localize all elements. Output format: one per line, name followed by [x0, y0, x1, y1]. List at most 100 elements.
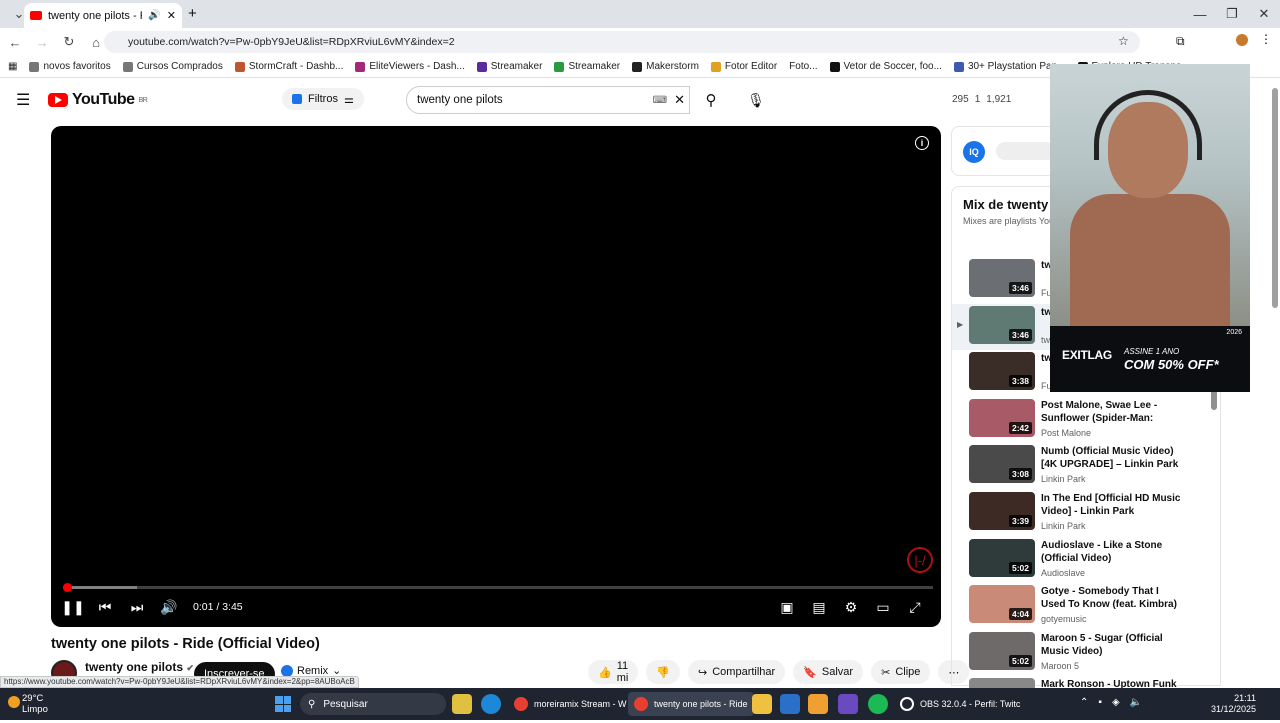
playlist-item[interactable]: 5:02 Audioslave - Like a Stone (Official … — [952, 537, 1222, 584]
scrubber-handle[interactable] — [63, 583, 73, 592]
mail-icon[interactable] — [780, 694, 800, 714]
url-field[interactable]: youtube.com/watch?v=Pw-0pbY9JeU&list=RDp… — [104, 31, 1140, 53]
iq-player-icon[interactable]: ▣ — [771, 595, 803, 619]
weather-widget[interactable]: 29°C Limpo — [22, 693, 48, 715]
playlist-item-channel: Linkin Park — [1041, 520, 1086, 531]
close-tab-icon[interactable]: ✕ — [167, 9, 176, 22]
video-thumbnail[interactable]: 3:46 — [969, 259, 1035, 297]
bookmark-item[interactable]: Vetor de Soccer, foo... — [829, 61, 942, 72]
fullscreen-icon[interactable]: ⤢ — [899, 595, 931, 619]
playlist-item[interactable]: 2:42 Post Malone, Swae Lee - Sunflower (S… — [952, 397, 1222, 444]
clock[interactable]: 21:11 31/12/2025 — [1211, 693, 1256, 715]
sliders-icon: ⚌ — [343, 93, 354, 106]
info-icon[interactable]: i — [915, 136, 929, 150]
volume-icon[interactable]: 🔊 — [153, 595, 185, 619]
video-thumbnail[interactable]: 4:04 — [969, 585, 1035, 624]
volume-tray-icon[interactable]: 🔈 — [1130, 697, 1142, 708]
chevron-up-icon[interactable]: ⌃ — [1080, 697, 1088, 708]
taskbar-search[interactable]: ⚲ Pesquisar — [300, 693, 446, 715]
playlist-scrollbar[interactable] — [1211, 390, 1217, 410]
playlist-item[interactable]: 5:02 Maroon 5 - Sugar (Official Music Vid… — [952, 630, 1222, 677]
windows-start-icon[interactable] — [275, 696, 291, 712]
video-thumbnail[interactable]: 5:02 — [969, 538, 1035, 577]
playlist-item[interactable]: 3:08 Numb (Official Music Video) [4K UPGR… — [952, 443, 1222, 490]
like-button[interactable]: 👍 11 mi — [588, 660, 639, 684]
maximize-button[interactable]: ❐ — [1216, 0, 1248, 28]
bookmark-item[interactable]: StormCraft - Dashb... — [234, 61, 343, 72]
file-explorer-icon[interactable] — [752, 694, 772, 714]
extensions-icon[interactable]: ⧉ — [1176, 34, 1185, 49]
video-thumbnail[interactable]: 5:02 — [969, 631, 1035, 670]
profile-avatar[interactable] — [1236, 34, 1248, 46]
tray-app-icon[interactable]: ▪ — [1098, 697, 1102, 708]
bookmark-item[interactable]: novos favoritos — [29, 61, 111, 72]
close-window-button[interactable]: ✕ — [1248, 0, 1280, 28]
bookmark-item[interactable]: Streamaker — [476, 61, 542, 72]
youtube-header: ☰ YouTube BR Filtros ⚌ twenty one pilots… — [0, 80, 1050, 120]
edge-icon[interactable] — [481, 694, 501, 714]
reload-button[interactable]: ↻ — [57, 30, 81, 54]
menu-icon[interactable]: ⋮ — [1260, 32, 1272, 46]
youtube-logo[interactable]: YouTube BR — [48, 91, 148, 109]
captions-icon[interactable]: ▤ — [803, 595, 835, 619]
channel-name[interactable]: twenty one pilots ✔ — [85, 660, 194, 674]
video-thumbnail[interactable]: 2:42 — [969, 398, 1035, 437]
window-controls: — ❐ ✕ — [1184, 0, 1280, 28]
bookmark-item[interactable]: Makerstorm — [632, 61, 699, 72]
pause-icon[interactable]: ❚❚ — [57, 595, 89, 619]
search-button[interactable]: ⚲ — [690, 86, 732, 114]
video-thumbnail[interactable]: 3:46 — [969, 305, 1035, 344]
bookmark-item[interactable]: EliteViewers - Dash... — [355, 61, 465, 72]
clear-search-icon[interactable]: ✕ — [674, 92, 685, 108]
task-chrome-youtube[interactable]: twenty one pilots - Ride — [628, 692, 754, 716]
forward-button[interactable]: → — [30, 30, 54, 54]
minimize-button[interactable]: — — [1184, 0, 1216, 28]
filters-button[interactable]: Filtros ⚌ — [282, 88, 364, 110]
dislike-button[interactable]: 👎 — [646, 660, 681, 684]
teams-icon[interactable] — [838, 694, 858, 714]
task-obs[interactable]: OBS 32.0.4 - Perfil: Twitc — [894, 692, 1026, 716]
store-icon[interactable] — [808, 694, 828, 714]
bookmark-star-icon[interactable]: ☆ — [1118, 34, 1129, 48]
bookmark-item[interactable]: Fotor Editor — [710, 61, 777, 72]
back-button[interactable]: ← — [3, 30, 27, 54]
clip-button[interactable]: ✂ Clipe — [871, 660, 931, 684]
now-playing-icon: ▶ — [957, 319, 964, 329]
spotify-icon[interactable] — [868, 694, 888, 714]
share-button[interactable]: ↪ Compartilhar — [688, 660, 786, 684]
video-player[interactable]: i |-/ ❚❚ ⏮ ⏭ 🔊 0:01 / 3:45 ▣ ▤ ⚙ ▭ ⤢ — [51, 126, 941, 627]
tab-youtube[interactable]: twenty one pilots - Ride (O 🔊 ✕ — [24, 3, 182, 28]
bookmark-item[interactable]: Streamaker — [554, 61, 620, 72]
bookmark-item[interactable]: 30+ Playstation Pap... — [953, 61, 1066, 72]
status-url-tooltip: https://www.youtube.com/watch?v=Pw-0pbY9… — [0, 676, 359, 688]
page-scrollbar[interactable] — [1272, 88, 1278, 308]
apps-icon[interactable]: ▦ — [8, 61, 17, 72]
windows-taskbar: 29°C Limpo ⚲ Pesquisar moreiramix Stream… — [0, 688, 1280, 720]
save-button[interactable]: 🔖 Salvar — [793, 660, 864, 684]
network-icon[interactable]: ◈ — [1112, 697, 1120, 708]
app-icon[interactable] — [452, 694, 472, 714]
bookmark-item[interactable]: Cursos Comprados — [122, 61, 223, 72]
hamburger-menu-icon[interactable]: ☰ — [16, 90, 30, 110]
channel-watermark[interactable]: |-/ — [907, 547, 933, 573]
ad-line-1: ASSINE 1 ANO — [1124, 347, 1180, 356]
settings-gear-icon[interactable]: ⚙ — [835, 595, 867, 619]
keyboard-icon[interactable]: ⌨ — [653, 95, 667, 106]
video-thumbnail[interactable]: 3:38 — [969, 352, 1035, 391]
playlist-item[interactable]: 4:04 Gotye - Somebody That I Used To Know… — [952, 583, 1222, 630]
task-chrome-stream[interactable]: moreiramix Stream - W — [508, 692, 633, 716]
speaker-icon[interactable]: 🔊 — [148, 10, 160, 21]
ad-badge: 2026 — [1226, 329, 1242, 336]
video-thumbnail[interactable]: 3:08 — [969, 445, 1035, 484]
previous-icon[interactable]: ⏮ — [89, 595, 121, 619]
iq-logo-icon[interactable]: IQ — [963, 141, 985, 163]
voice-search-icon[interactable]: 🎙 — [744, 88, 768, 112]
theater-mode-icon[interactable]: ▭ — [867, 595, 899, 619]
next-icon[interactable]: ⏭ — [121, 595, 153, 619]
search-input[interactable]: twenty one pilots ⌨ ✕ — [406, 86, 690, 114]
video-thumbnail[interactable]: 3:39 — [969, 491, 1035, 530]
playlist-item[interactable]: 3:39 In The End [Official HD Music Video]… — [952, 490, 1222, 537]
progress-bar[interactable] — [63, 583, 933, 592]
new-tab-button[interactable]: + — [188, 5, 197, 22]
bookmark-item[interactable]: Foto... — [789, 61, 817, 72]
